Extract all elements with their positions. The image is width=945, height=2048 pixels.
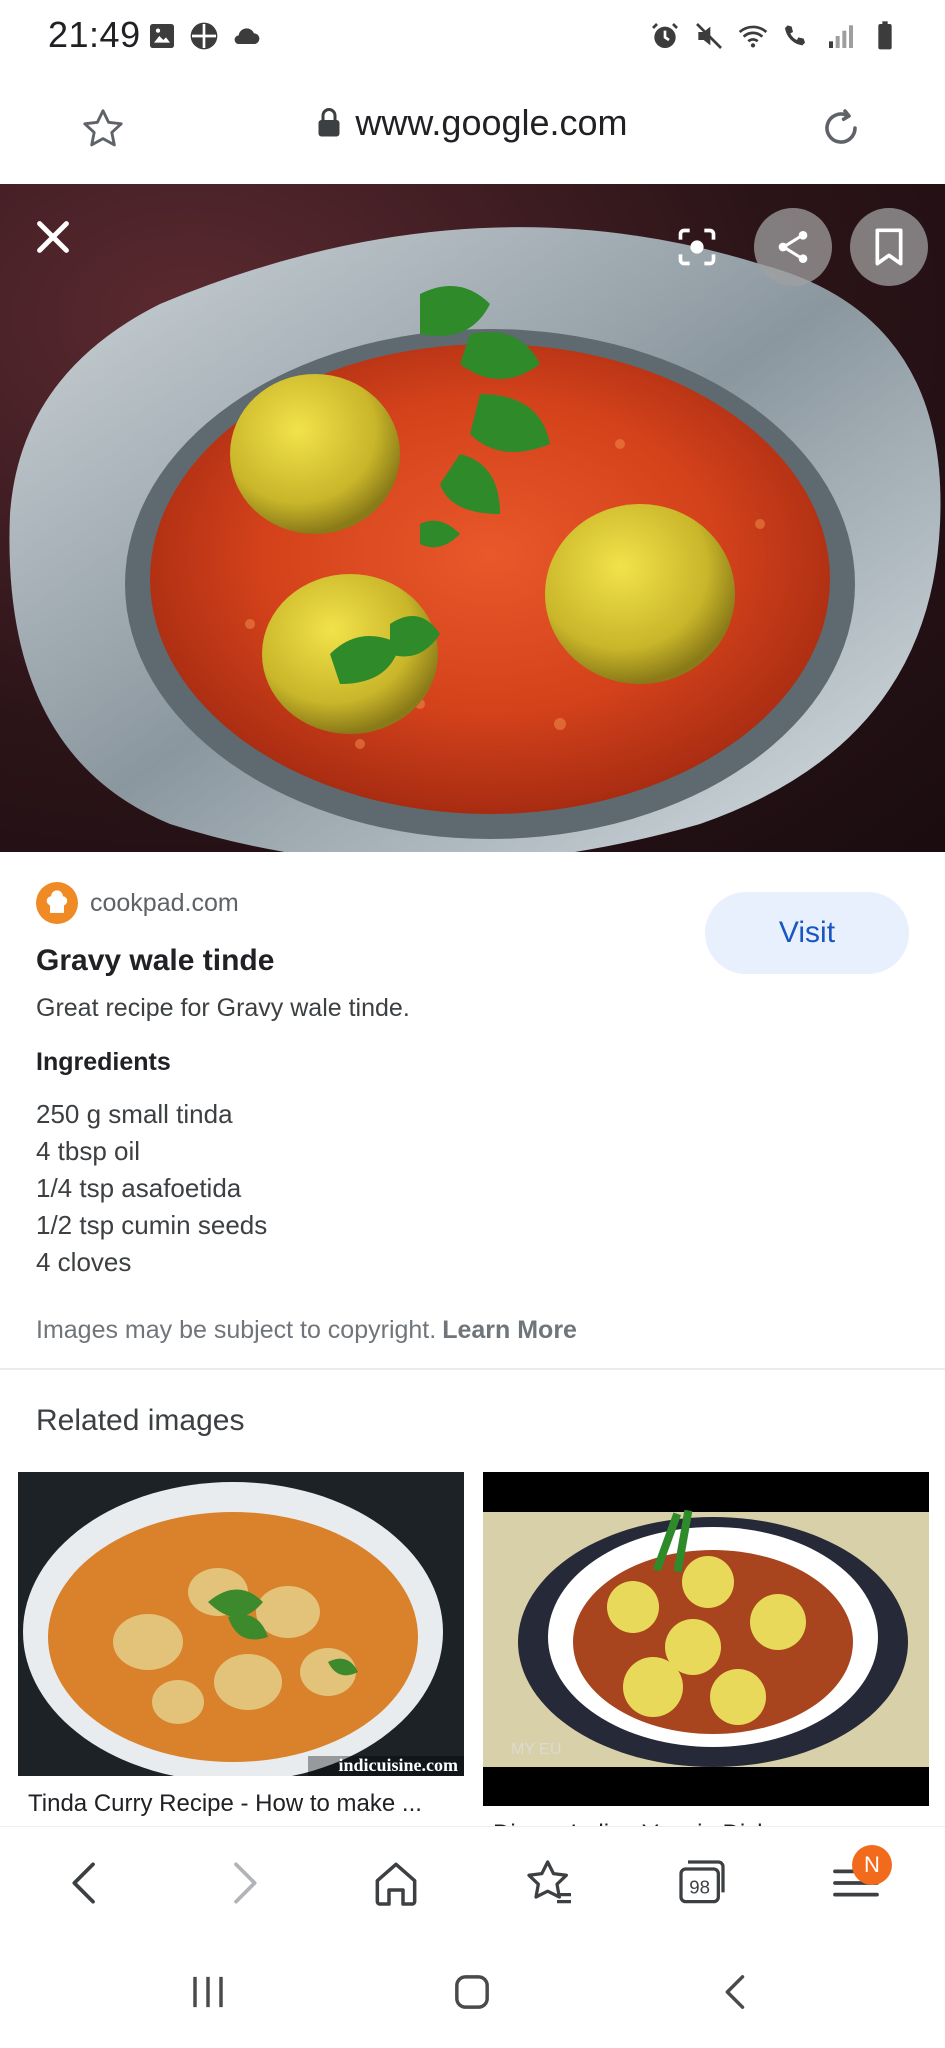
system-navigation	[0, 1938, 945, 2048]
share-icon	[778, 231, 808, 263]
ingredient-item: 4 cloves	[36, 1247, 132, 1277]
related-thumbnail: MY EU	[483, 1472, 929, 1806]
status-bar: 21:49	[0, 0, 945, 72]
reload-icon[interactable]	[817, 104, 865, 152]
tabs-icon: 98	[679, 1860, 725, 1904]
copyright-notice: Images may be subject to copyright. Learn…	[36, 1316, 577, 1345]
url-text: www.google.com	[355, 102, 628, 143]
wifi-icon	[738, 25, 768, 48]
watermark-text: indicuisine.com	[338, 1755, 458, 1775]
lock-icon	[318, 108, 340, 137]
home-nav-icon[interactable]	[446, 1966, 498, 2018]
result-description: Great recipe for Gravy wale tinde.	[36, 994, 410, 1022]
cloud-icon	[234, 28, 260, 44]
related-image-card[interactable]: indicuisine.com Tinda Curry Recipe - How…	[18, 1472, 464, 1818]
status-left-icons	[146, 20, 262, 52]
divider	[0, 1368, 945, 1370]
home-icon[interactable]	[368, 1855, 424, 1911]
battery-icon	[878, 21, 892, 50]
signal-icon	[829, 25, 853, 48]
bookmarks-icon[interactable]	[522, 1855, 578, 1911]
ingredients-list: 250 g small tinda 4 tbsp oil 1/4 tsp asa…	[36, 1096, 267, 1281]
related-image-caption[interactable]: Tinda Curry Recipe - How to make ...	[28, 1790, 458, 1818]
back-icon[interactable]	[58, 1855, 114, 1911]
visit-button[interactable]: Visit	[705, 892, 909, 974]
ingredient-item: 4 tbsp oil	[36, 1136, 141, 1166]
game-icon	[190, 22, 218, 50]
source-domain: cookpad.com	[90, 888, 239, 917]
watermark-text: MY EU	[511, 1741, 561, 1758]
notification-badge: N	[852, 1845, 892, 1885]
status-right-icons	[649, 20, 901, 52]
chef-hat-icon	[46, 890, 68, 913]
address-field[interactable]: www.google.com	[0, 102, 945, 144]
recent-apps-icon[interactable]	[182, 1966, 234, 2018]
copyright-text: Images may be subject to copyright.	[36, 1316, 437, 1344]
image-icon	[150, 24, 174, 48]
related-image-card[interactable]: MY EU Dinner Indian Veggie Dish...	[483, 1472, 929, 1848]
result-image[interactable]	[0, 184, 945, 852]
tabs-button[interactable]: 98	[674, 1855, 730, 1911]
bookmark-icon	[875, 228, 903, 266]
back-nav-icon[interactable]	[710, 1966, 762, 2018]
save-button[interactable]	[850, 208, 928, 286]
wifi-call-icon	[785, 25, 805, 46]
close-icon[interactable]	[30, 214, 76, 260]
cookpad-favicon	[36, 882, 78, 924]
learn-more-link[interactable]: Learn More	[442, 1316, 577, 1344]
ingredients-heading: Ingredients	[36, 1048, 171, 1076]
alarm-icon	[652, 23, 678, 48]
share-button[interactable]	[754, 208, 832, 286]
mute-icon	[696, 23, 722, 49]
ingredient-item: 250 g small tinda	[36, 1099, 233, 1129]
browser-toolbar: 98 N	[0, 1826, 945, 1938]
status-time: 21:49	[48, 14, 141, 55]
url-bar: www.google.com	[0, 72, 945, 184]
ingredient-item: 1/2 tsp cumin seeds	[36, 1210, 268, 1240]
lens-button[interactable]	[658, 208, 736, 286]
related-thumbnail: indicuisine.com	[18, 1472, 464, 1776]
lens-icon	[678, 228, 716, 266]
tabs-count: 98	[689, 1877, 710, 1898]
ingredient-item: 1/4 tsp asafoetida	[36, 1173, 242, 1203]
result-title[interactable]: Gravy wale tinde	[36, 944, 274, 978]
forward-icon[interactable]	[215, 1855, 271, 1911]
related-images-heading: Related images	[36, 1404, 245, 1437]
source-row[interactable]: cookpad.com	[36, 882, 239, 924]
